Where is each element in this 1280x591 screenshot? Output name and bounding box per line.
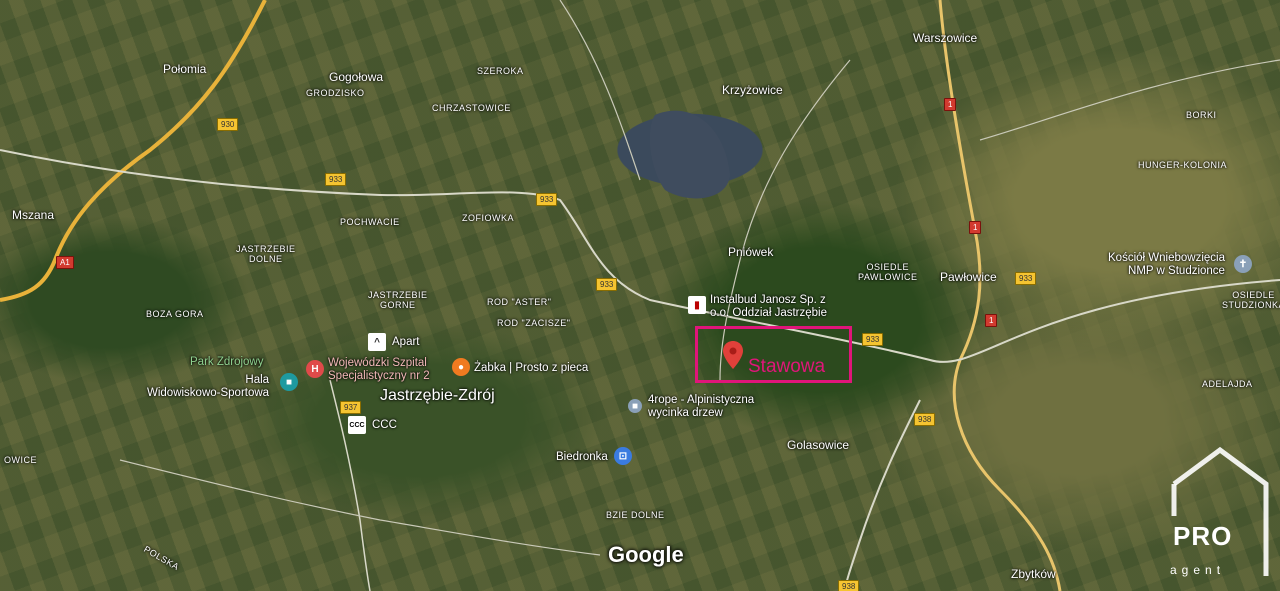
place-label: BZIE DOLNE <box>606 510 665 520</box>
place-label: Gogołowa <box>329 70 384 84</box>
road-minor <box>979 59 1280 141</box>
store-icon[interactable]: CCC <box>348 416 366 434</box>
place-label: SZEROKA <box>477 66 524 76</box>
place-label: BOZA GORA <box>146 309 204 319</box>
road-shield: 933 <box>325 173 347 186</box>
road-shield: 1 <box>969 221 982 234</box>
road-minor <box>559 0 641 181</box>
poi-label[interactable]: CCC <box>372 419 397 431</box>
road-938 <box>844 399 921 591</box>
place-label: HUNGER-KOLONIA <box>1138 160 1228 170</box>
place-label: OSIEDLE PAWLOWICE <box>858 262 918 282</box>
place-label: Warszowice <box>913 31 978 45</box>
road-shield: 930 <box>217 118 239 131</box>
place-label: JASTRZEBIE GORNE <box>368 290 428 310</box>
place-label: Zbytków <box>1011 567 1056 581</box>
road-shield: 933 <box>596 278 618 291</box>
marker-label[interactable]: Stawowa <box>748 356 825 378</box>
place-label: ADELAJDA <box>1202 379 1253 389</box>
poi-label[interactable]: Hala Widowiskowo-Sportowa <box>147 374 269 400</box>
place-label: BORKI <box>1186 110 1217 120</box>
place-label: Golasowice <box>787 438 850 452</box>
place-label: Jastrzębie-Zdrój <box>380 387 495 404</box>
reservoir <box>649 110 730 199</box>
lodging-icon[interactable]: ^ <box>368 333 386 351</box>
road-minor <box>119 459 601 556</box>
google-logo: Google <box>608 542 684 567</box>
place-label: CHRZASTOWICE <box>432 103 511 113</box>
poi-label[interactable]: Apart <box>392 336 420 348</box>
hospital-icon[interactable]: H <box>306 360 324 378</box>
road-shield: 1 <box>985 314 998 327</box>
road-shield: 933 <box>536 193 558 206</box>
road-shield: A1 <box>56 256 74 269</box>
place-label: Krzyżowice <box>722 83 783 97</box>
building-icon[interactable]: ▮ <box>688 296 706 314</box>
place-label: Pawłowice <box>940 270 997 284</box>
place-label: Pniówek <box>728 245 774 259</box>
place-label: ROD "ZACISZE" <box>497 318 571 328</box>
road-shield: 1 <box>944 98 957 111</box>
place-label: Połomia <box>163 62 207 76</box>
poi-label[interactable]: Instalbud Janosz Sp. z o.o. Oddział Jast… <box>710 294 827 320</box>
poi-label[interactable]: 4rope - Alpinistyczna wycinka drzew <box>648 394 754 420</box>
road-933 <box>0 149 1280 363</box>
road-shield: 933 <box>1015 272 1037 285</box>
pro-logo-text: PRO <box>1173 521 1233 551</box>
place-label: ROD "ASTER" <box>487 297 552 307</box>
road-shield: 938 <box>914 413 936 426</box>
location-pin-icon[interactable] <box>722 340 744 370</box>
shop-icon[interactable]: ● <box>452 358 470 376</box>
road-shield: 937 <box>340 401 362 414</box>
place-label: JASTRZEBIE DOLNE <box>236 244 296 264</box>
shopping-icon[interactable]: ⊡ <box>614 447 632 465</box>
poi-label[interactable]: Park Zdrojowy <box>190 356 264 368</box>
stadium-icon[interactable]: ■ <box>280 373 298 391</box>
place-label: ZOFIOWKA <box>462 213 514 223</box>
service-icon[interactable]: ■ <box>628 399 642 413</box>
road-1 <box>938 0 1062 591</box>
agent-logo-text: agent <box>1170 563 1226 577</box>
poi-label[interactable]: Wojewódzki Szpital Specjalistyczny nr 2 <box>328 357 430 383</box>
poi-label[interactable]: Kościół Wniebowzięcia NMP w Studzionce <box>1108 252 1225 278</box>
satellite-map[interactable]: Połomia Gogołowa GRODZISKO SZEROKA CHRZA… <box>0 0 1280 591</box>
church-icon[interactable]: ✝ <box>1234 255 1252 273</box>
place-label: Mszana <box>12 208 55 222</box>
place-label: OWICE <box>4 455 37 465</box>
place-label: OSIEDLE STUDZIONKA <box>1222 290 1280 310</box>
road-shield: 938 <box>838 580 860 591</box>
motorway-a1 <box>0 0 267 302</box>
poi-label[interactable]: Biedronka <box>556 451 608 463</box>
poi-label[interactable]: Żabka | Prosto z pieca <box>474 362 588 374</box>
road-network <box>0 0 1280 591</box>
place-label: POCHWACIE <box>340 217 400 227</box>
place-label: GRODZISKO <box>306 88 365 98</box>
road-shield: 933 <box>862 333 884 346</box>
